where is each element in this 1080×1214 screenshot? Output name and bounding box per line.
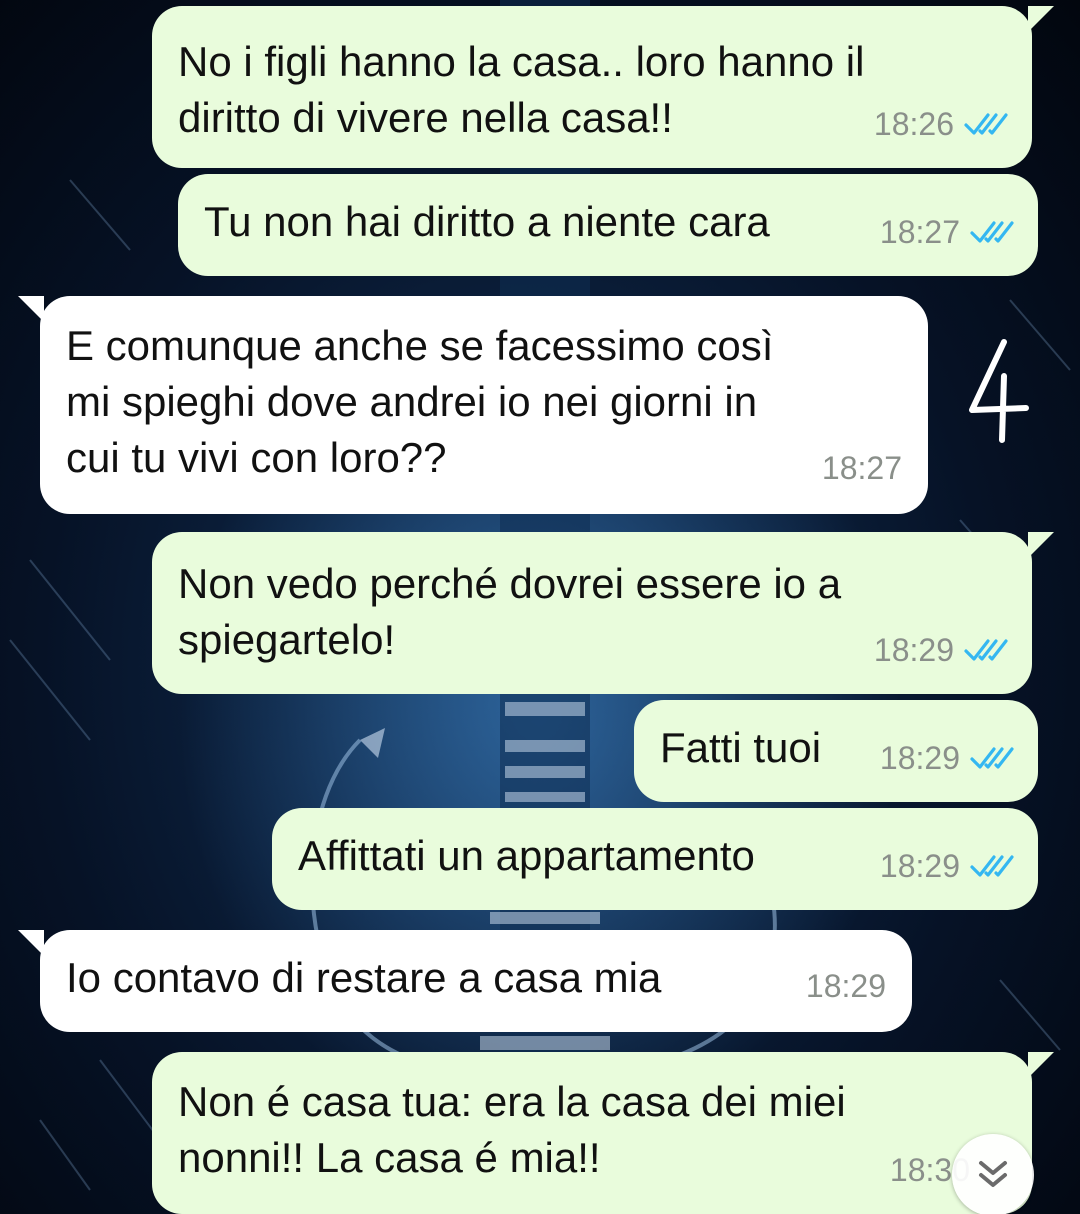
- handwritten-number-annotation: [964, 336, 1034, 446]
- double-chevron-down-icon: [979, 1161, 1007, 1187]
- message-time: 18:29: [879, 848, 960, 884]
- message-time: 18:29: [873, 632, 954, 668]
- scroll-to-bottom-button[interactable]: [952, 1134, 1034, 1214]
- message-meta: 18:29: [874, 622, 1010, 678]
- message-meta: 18:29: [880, 838, 1016, 894]
- message-time: 18:26: [873, 106, 954, 142]
- message-time: 18:29: [805, 968, 886, 1004]
- message-text: Affittati un appartamento: [298, 832, 755, 879]
- message-bubble-incoming[interactable]: E comunque anche se facessimo così mi sp…: [18, 296, 928, 514]
- double-check-icon: [970, 217, 1016, 247]
- message-bubble-outgoing[interactable]: Fatti tuoi 18:29: [634, 700, 1038, 802]
- message-meta: 18:26: [874, 96, 1010, 152]
- message-meta: 18:27: [880, 204, 1016, 260]
- message-text: Tu non hai diritto a niente cara: [204, 198, 770, 245]
- message-text: Non é casa tua: era la casa dei miei non…: [178, 1078, 846, 1181]
- message-text: No i figli hanno la casa.. loro hanno il…: [178, 38, 865, 141]
- message-bubble-incoming[interactable]: Io contavo di restare a casa mia 18:29: [18, 930, 912, 1032]
- message-bubble-outgoing[interactable]: No i figli hanno la casa.. loro hanno il…: [152, 6, 1054, 168]
- double-check-icon: [970, 851, 1016, 881]
- message-bubble-outgoing[interactable]: Non vedo perché dovrei essere io a spieg…: [152, 532, 1054, 694]
- double-check-icon: [964, 635, 1010, 665]
- double-check-icon: [970, 743, 1016, 773]
- message-bubble-outgoing[interactable]: Tu non hai diritto a niente cara 18:27: [178, 174, 1038, 276]
- message-bubble-outgoing[interactable]: Non é casa tua: era la casa dei miei non…: [152, 1052, 1054, 1214]
- message-time: 18:27: [879, 214, 960, 250]
- message-text: Io contavo di restare a casa mia: [66, 954, 662, 1001]
- message-text: Non vedo perché dovrei essere io a spieg…: [178, 560, 842, 663]
- double-check-icon: [964, 109, 1010, 139]
- message-text: E comunque anche se facessimo così mi sp…: [66, 322, 774, 481]
- message-meta: 18:29: [806, 958, 886, 1014]
- message-time: 18:27: [821, 450, 902, 486]
- message-meta: 18:29: [880, 730, 1016, 786]
- message-text: Fatti tuoi: [660, 724, 822, 771]
- message-bubble-outgoing[interactable]: Affittati un appartamento 18:29: [272, 808, 1038, 910]
- message-meta: 18:27: [822, 440, 902, 496]
- message-time: 18:29: [879, 740, 960, 776]
